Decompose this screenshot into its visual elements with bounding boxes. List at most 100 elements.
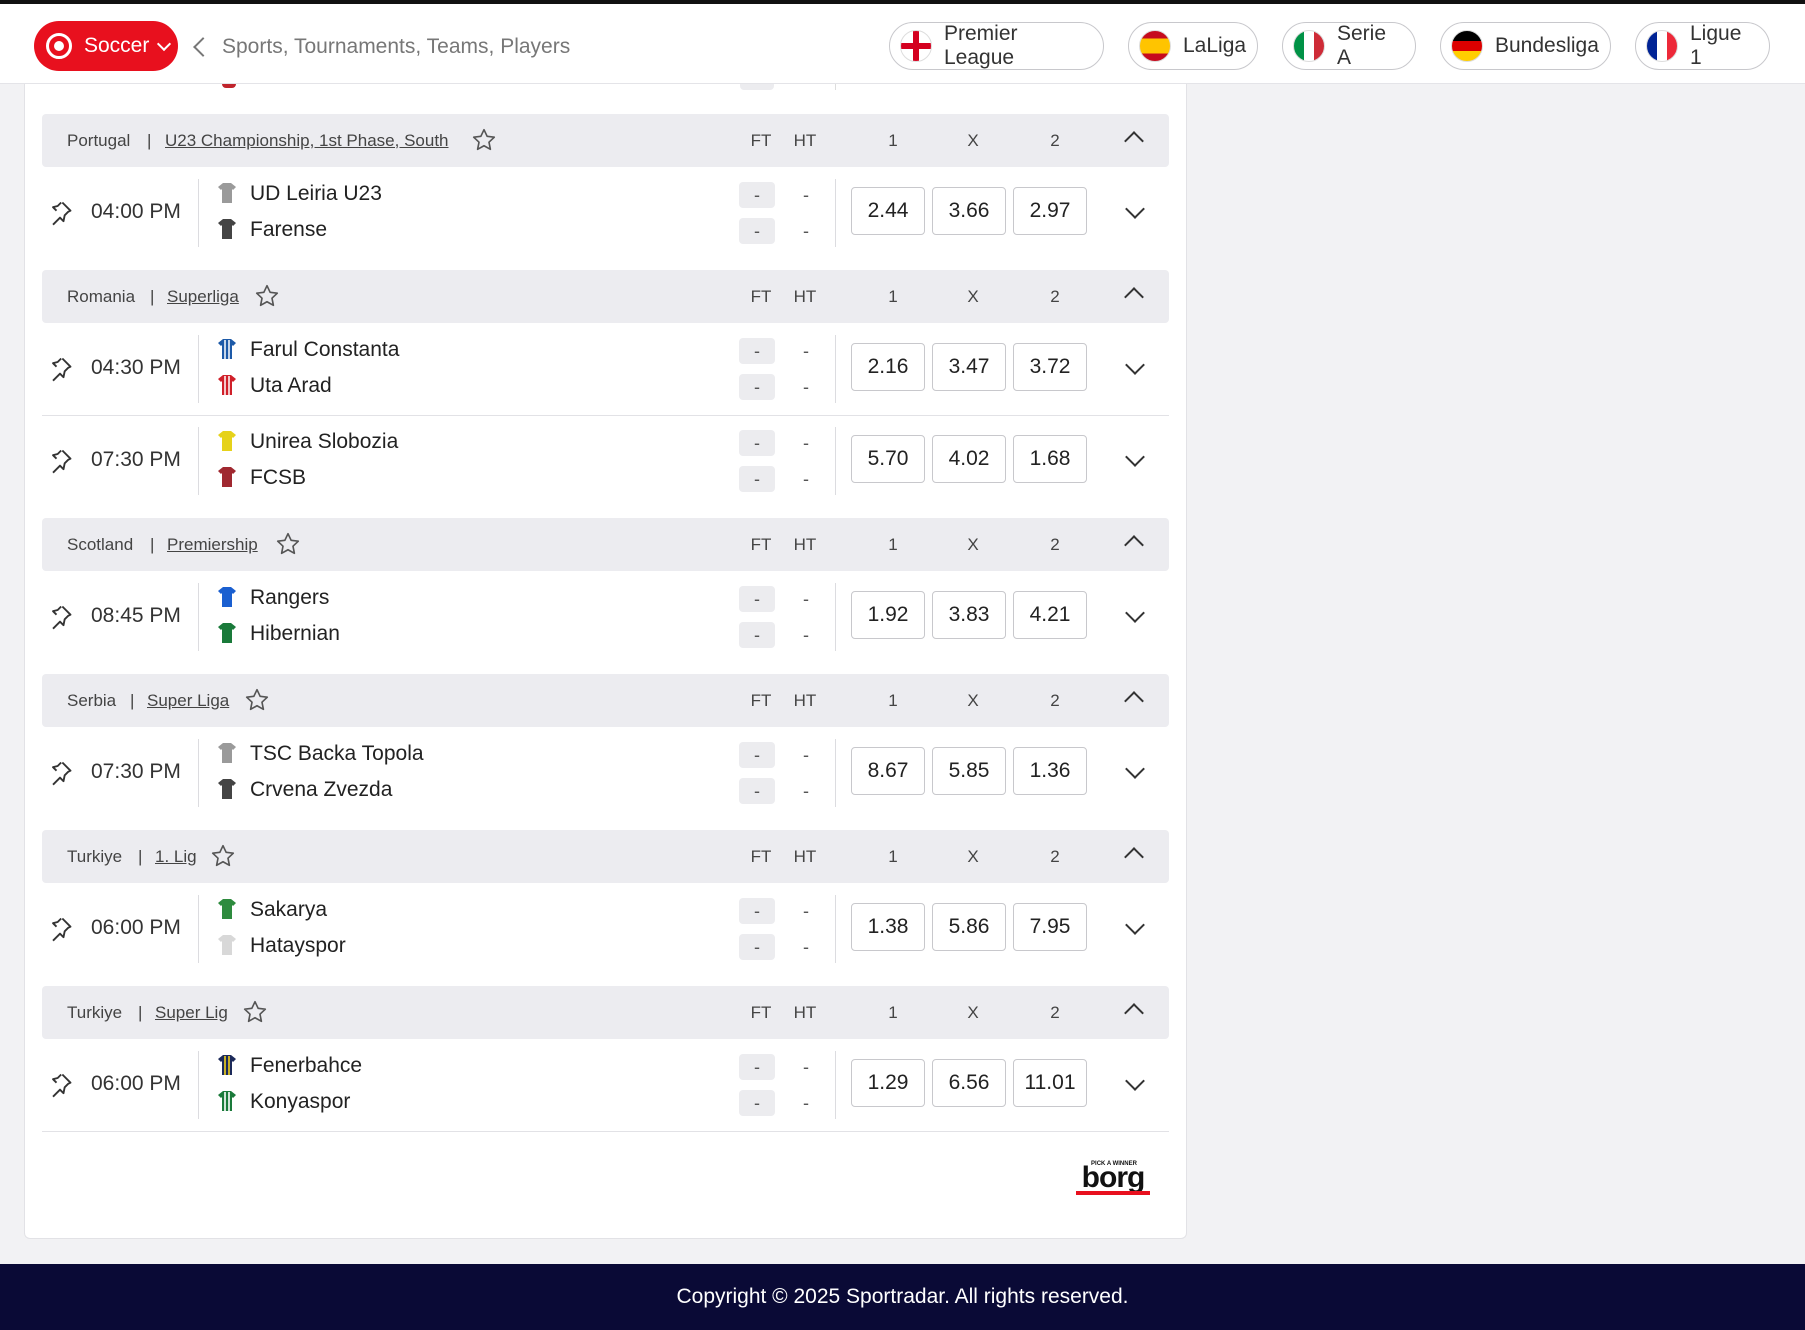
column-home: 1 — [888, 534, 898, 554]
home-ft-score: - — [739, 742, 775, 768]
competition-link[interactable]: U23 Championship, 1st Phase, South — [165, 131, 449, 151]
logo-wordmark: borg — [1082, 1161, 1145, 1194]
away-ft-score: - — [739, 218, 775, 244]
favorite-star-icon[interactable] — [471, 127, 497, 153]
home-ht-score: - — [803, 1057, 809, 1077]
match-row[interactable]: 07:30 PM Unirea Slobozia FCSB - - - - 5.… — [42, 415, 1169, 507]
odd-home-button[interactable]: 1.92 — [851, 591, 925, 639]
pin-icon[interactable] — [46, 447, 74, 475]
section-separator: | — [150, 534, 155, 554]
expand-chevron-icon[interactable] — [1125, 447, 1145, 467]
odd-draw-button[interactable]: 3.83 — [932, 591, 1006, 639]
odd-home-button[interactable]: 2.16 — [851, 343, 925, 391]
favorite-star-icon[interactable] — [254, 283, 280, 309]
odd-home-button[interactable]: 1.38 — [851, 903, 925, 951]
match-time: 06:00 PM — [91, 916, 181, 939]
collapse-chevron-icon[interactable] — [1124, 131, 1144, 151]
column-ft: FT — [750, 286, 772, 306]
league-pill-serie-a[interactable]: Serie A — [1282, 22, 1416, 70]
column-ft: FT — [750, 130, 772, 150]
pin-icon[interactable] — [46, 915, 74, 943]
competition-link[interactable]: Premiership — [167, 535, 258, 555]
column-draw: X — [967, 130, 979, 150]
match-time: 04:00 PM — [91, 200, 181, 223]
collapse-chevron-icon[interactable] — [1124, 1003, 1144, 1023]
collapse-chevron-icon[interactable] — [1124, 691, 1144, 711]
competition-link[interactable]: Super Lig — [155, 1003, 228, 1023]
home-ft-score: - — [739, 586, 775, 612]
match-row[interactable]: 07:30 PM TSC Backa Topola Crvena Zvezda … — [42, 727, 1169, 819]
odd-away-button[interactable]: 3.72 — [1013, 343, 1087, 391]
home-jersey-icon — [218, 339, 236, 359]
home-team-name: Sakarya — [250, 898, 328, 921]
sport-selector-label: Soccer — [84, 34, 150, 57]
pin-icon[interactable] — [46, 603, 74, 631]
expand-chevron-icon[interactable] — [1125, 1071, 1145, 1091]
pin-icon[interactable] — [46, 355, 74, 383]
favorite-star-icon[interactable] — [275, 531, 301, 557]
sport-selector-button[interactable]: Soccer — [34, 21, 178, 71]
away-ht-score: - — [803, 625, 809, 645]
match-row[interactable]: 04:00 PM UD Leiria U23 Farense - - - - 2… — [42, 167, 1169, 259]
away-ht-score: - — [803, 377, 809, 397]
pin-icon[interactable] — [46, 1071, 74, 1099]
away-team-name: Konyaspor — [250, 1090, 351, 1113]
section-country: Portugal — [67, 130, 131, 150]
home-ft-score: - — [739, 182, 775, 208]
section-separator: | — [138, 846, 143, 866]
expand-chevron-icon[interactable] — [1125, 199, 1145, 219]
expand-chevron-icon[interactable] — [1125, 603, 1145, 623]
competition-link[interactable]: Superliga — [167, 287, 239, 307]
odd-away-button[interactable]: 11.01 — [1013, 1059, 1087, 1107]
odd-draw-button[interactable]: 5.86 — [932, 903, 1006, 951]
column-away: 2 — [1050, 846, 1060, 866]
collapse-chevron-icon[interactable] — [1124, 535, 1144, 555]
collapse-chevron-icon[interactable] — [1124, 287, 1144, 307]
odd-draw-button[interactable]: 5.85 — [932, 747, 1006, 795]
expand-chevron-icon[interactable] — [1125, 915, 1145, 935]
match-row[interactable]: 08:45 PM Rangers Hibernian - - - - 1.92 … — [42, 571, 1169, 663]
odd-draw-button[interactable]: 3.66 — [932, 187, 1006, 235]
column-away: 2 — [1050, 690, 1060, 710]
favorite-star-icon[interactable] — [210, 843, 236, 869]
section-separator: | — [150, 286, 155, 306]
home-ft-score: - — [739, 430, 775, 456]
expand-chevron-icon[interactable] — [1125, 759, 1145, 779]
expand-chevron-icon[interactable] — [1125, 355, 1145, 375]
league-pill-ligue-1[interactable]: Ligue 1 — [1635, 22, 1770, 70]
home-team-name: UD Leiria U23 — [250, 182, 382, 205]
odd-away-button[interactable]: 1.36 — [1013, 747, 1087, 795]
odd-away-button[interactable]: 7.95 — [1013, 903, 1087, 951]
match-row[interactable]: 06:00 PM Sakarya Hatayspor - - - - 1.38 … — [42, 883, 1169, 975]
odd-draw-button[interactable]: 4.02 — [932, 435, 1006, 483]
odd-draw-button[interactable]: 6.56 — [932, 1059, 1006, 1107]
match-row[interactable]: 04:30 PM Farul Constanta Uta Arad - - - … — [42, 323, 1169, 416]
competition-link[interactable]: 1. Lig — [155, 847, 197, 867]
odd-away-button[interactable]: 1.68 — [1013, 435, 1087, 483]
home-ft-score: - — [739, 1054, 775, 1080]
league-pill-laliga[interactable]: LaLiga — [1128, 22, 1258, 70]
away-ft-score: - — [739, 934, 775, 960]
away-team-name: Farense — [250, 218, 328, 241]
odd-home-button[interactable]: 5.70 — [851, 435, 925, 483]
odd-home-button[interactable]: 2.44 — [851, 187, 925, 235]
odd-home-button[interactable]: 1.29 — [851, 1059, 925, 1107]
odd-home-button[interactable]: 8.67 — [851, 747, 925, 795]
collapse-chevron-icon[interactable] — [1124, 847, 1144, 867]
pin-icon[interactable] — [46, 759, 74, 787]
favorite-star-icon[interactable] — [242, 999, 268, 1025]
home-jersey-icon — [218, 899, 236, 919]
league-pill-bundesliga[interactable]: Bundesliga — [1440, 22, 1611, 70]
pin-icon[interactable] — [46, 199, 74, 227]
favorite-star-icon[interactable] — [244, 687, 270, 713]
competition-link[interactable]: Super Liga — [147, 691, 229, 711]
match-row[interactable]: 06:00 PM Fenerbahce Konyaspor - - - - 1.… — [42, 1039, 1169, 1132]
league-pill-premier-league[interactable]: Premier League — [889, 22, 1104, 70]
column-draw: X — [967, 1002, 979, 1022]
search-input[interactable] — [222, 33, 602, 61]
odd-away-button[interactable]: 2.97 — [1013, 187, 1087, 235]
back-chevron-icon[interactable] — [193, 37, 213, 57]
match-time: 07:30 PM — [91, 760, 181, 783]
odd-away-button[interactable]: 4.21 — [1013, 591, 1087, 639]
odd-draw-button[interactable]: 3.47 — [932, 343, 1006, 391]
